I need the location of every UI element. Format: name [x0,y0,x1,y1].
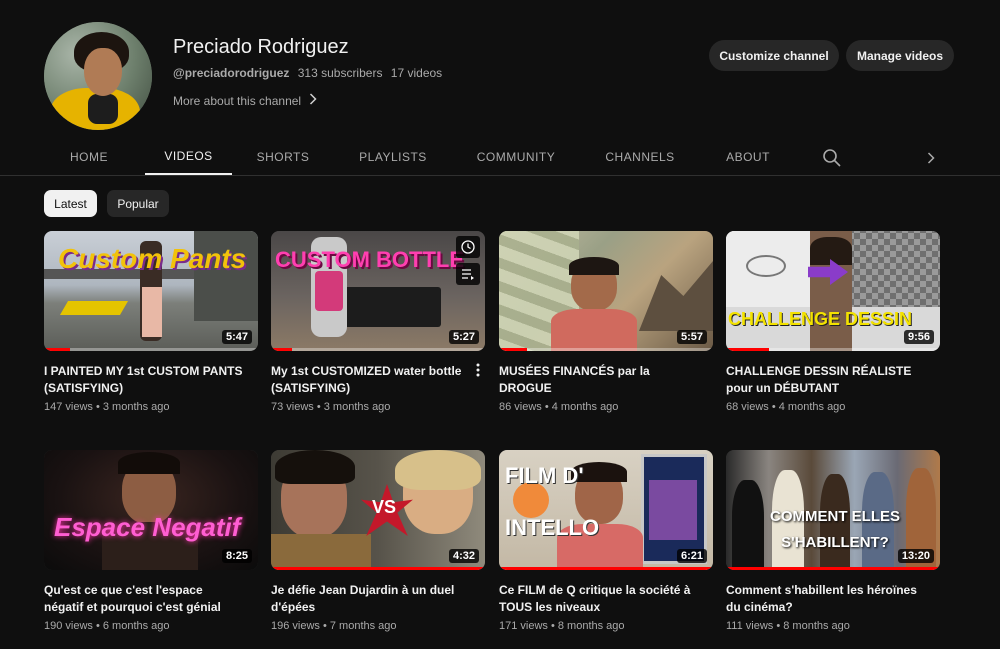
tab-community[interactable]: COMMUNITY [472,139,560,175]
video-thumbnail[interactable]: Custom Pants 5:47 [44,231,258,351]
sort-popular-chip[interactable]: Popular [107,190,169,217]
video-thumbnail[interactable]: COMMENT ELLES S'HABILLENT? 13:20 [726,450,940,570]
video-stats: 171 views • 8 months ago [499,620,625,632]
thumbnail-title: VS [372,497,397,517]
queue-icon[interactable] [456,263,480,285]
video-duration: 4:32 [448,549,479,563]
video-duration: 5:47 [221,330,252,344]
video-title[interactable]: My 1st CUSTOMIZED water bottle (SATISFYI… [271,363,471,397]
thumbnail-title: FILM D' INTELLO [505,463,600,540]
channel-header: Preciado Rodriguez @preciadorodriguez 31… [0,0,1000,140]
sort-latest-chip[interactable]: Latest [44,190,97,217]
thumbnail-title: CHALLENGE DESSIN [728,309,913,329]
chevron-right-icon[interactable] [922,148,940,168]
channel-name: Preciado Rodriguez [173,36,349,58]
clock-icon[interactable] [456,236,480,258]
tab-playlists[interactable]: PLAYLISTS [352,139,434,175]
search-icon[interactable] [822,148,842,168]
video-card[interactable]: 5:57 MUSÉES FINANCÉS par la DROGUE 86 vi… [499,231,713,413]
video-thumbnail[interactable]: VS 4:32 [271,450,485,570]
customize-channel-button[interactable]: Customize channel [709,40,839,71]
channel-handle: @preciadorodriguez [173,66,290,80]
watch-progress [726,348,769,351]
watch-progress [499,567,713,570]
video-duration: 13:20 [897,549,934,563]
watch-progress [271,567,485,570]
video-stats: 190 views • 6 months ago [44,620,170,632]
tab-channels[interactable]: CHANNELS [600,139,680,175]
more-about-label: More about this channel [173,93,302,108]
video-thumbnail[interactable]: CHALLENGE DESSIN 9:56 [726,231,940,351]
video-stats: 147 views • 3 months ago [44,401,170,413]
watch-progress [271,348,293,351]
video-title[interactable]: CHALLENGE DESSIN RÉALISTE pour un DÉBUTA… [726,363,926,397]
video-thumbnail[interactable]: 5:57 [499,231,713,351]
video-thumbnail[interactable]: CUSTOM BOTTLE 5:27 [271,231,485,351]
video-duration: 5:57 [676,330,707,344]
video-thumbnail[interactable]: FILM D' INTELLO 6:21 [499,450,713,570]
channel-tabs: HOME VIDEOS SHORTS PLAYLISTS COMMUNITY C… [0,139,1000,176]
tab-shorts[interactable]: SHORTS [250,139,316,175]
video-title[interactable]: Je défie Jean Dujardin à un duel d'épées [271,582,471,616]
watch-progress [44,348,70,351]
video-card[interactable]: COMMENT ELLES S'HABILLENT? 13:20 Comment… [726,450,940,632]
thumbnail-title: COMMENT ELLES S'HABILLENT? [770,508,900,551]
video-stats: 111 views • 8 months ago [726,620,850,632]
video-thumbnail[interactable]: Espace Negatif 8:25 [44,450,258,570]
video-card[interactable]: CHALLENGE DESSIN 9:56 CHALLENGE DESSIN R… [726,231,940,413]
video-stats: 73 views • 3 months ago [271,401,391,413]
video-count: 17 videos [390,66,443,80]
video-title[interactable]: I PAINTED MY 1st CUSTOM PANTS (SATISFYIN… [44,363,244,397]
video-stats: 68 views • 4 months ago [726,401,846,413]
tab-about[interactable]: ABOUT [720,139,776,175]
manage-videos-button[interactable]: Manage videos [846,40,954,71]
video-duration: 9:56 [903,330,934,344]
watch-progress [726,567,940,570]
thumbnail-title: Espace Negatif [54,512,241,542]
tab-videos[interactable]: VIDEOS [145,139,232,175]
video-card[interactable]: FILM D' INTELLO 6:21 Ce FILM de Q critiq… [499,450,713,632]
video-card[interactable]: VS 4:32 Je défie Jean Dujardin à un duel… [271,450,485,632]
video-title[interactable]: Ce FILM de Q critique la société à TOUS … [499,582,699,616]
video-stats: 196 views • 7 months ago [271,620,397,632]
more-about-link[interactable]: More about this channel [173,93,317,108]
video-title[interactable]: MUSÉES FINANCÉS par la DROGUE [499,363,699,397]
video-title[interactable]: Comment s'habillent les héroïnes du ciné… [726,582,926,616]
watch-progress [499,348,527,351]
video-title[interactable]: Qu'est ce que c'est l'espace négatif et … [44,582,244,616]
video-card[interactable]: Custom Pants 5:47 I PAINTED MY 1st CUSTO… [44,231,258,413]
video-stats: 86 views • 4 months ago [499,401,619,413]
video-duration: 6:21 [676,549,707,563]
video-duration: 8:25 [221,549,252,563]
thumbnail-title: CUSTOM BOTTLE [275,247,465,272]
channel-meta: @preciadorodriguez 313 subscribers 17 vi… [173,66,447,80]
video-card[interactable]: Espace Negatif 8:25 Qu'est ce que c'est … [44,450,258,632]
kebab-menu-icon[interactable] [471,363,485,381]
video-duration: 5:27 [448,330,479,344]
thumbnail-title: Custom Pants [58,243,247,274]
chevron-right-icon [309,93,317,108]
subscriber-count: 313 subscribers [297,66,383,80]
channel-avatar[interactable] [44,22,152,130]
video-card[interactable]: CUSTOM BOTTLE 5:27 My 1st CUSTOMIZED wat… [271,231,485,413]
tab-home[interactable]: HOME [58,139,120,175]
